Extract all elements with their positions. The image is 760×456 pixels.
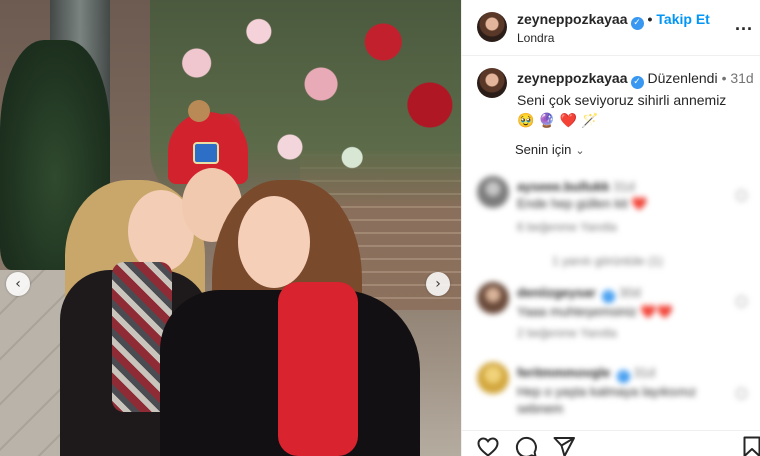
carousel-next-button[interactable]: › bbox=[426, 272, 450, 296]
heart-icon[interactable] bbox=[736, 296, 747, 307]
comment-time: 30d bbox=[619, 285, 641, 300]
more-options-button[interactable]: ... bbox=[735, 14, 753, 35]
bookmark-icon[interactable] bbox=[740, 435, 760, 456]
header-username-row: zeyneppozkayaa ✓ • Takip Et bbox=[517, 11, 710, 30]
post-photo[interactable]: ‹ › bbox=[0, 0, 461, 456]
comment-meta[interactable]: 6 beğenme Yanıtla bbox=[517, 220, 617, 234]
verified-badge-icon: ✓ bbox=[616, 370, 630, 383]
comment-username[interactable]: ayseee.bullukk bbox=[517, 179, 610, 194]
comment-username[interactable]: feritmmmovgle bbox=[517, 365, 610, 380]
heart-icon[interactable] bbox=[736, 388, 747, 399]
person-middle-hat-patch bbox=[193, 142, 219, 164]
comment-text: Hep o yaşta kalmaya layıksınız sebnem bbox=[517, 384, 697, 416]
commenter-avatar[interactable] bbox=[477, 176, 509, 208]
comment-time: 31d bbox=[633, 365, 656, 380]
verified-badge-icon: ✓ bbox=[602, 290, 616, 303]
avatar[interactable] bbox=[477, 12, 507, 42]
heart-icon[interactable] bbox=[736, 190, 747, 201]
verified-badge-icon: ✓ bbox=[630, 76, 644, 89]
commenter-avatar[interactable] bbox=[477, 362, 509, 394]
carousel-prev-button[interactable]: ‹ bbox=[6, 272, 30, 296]
comment-username[interactable]: deniizgeysar bbox=[517, 285, 596, 300]
location-link[interactable]: Londra bbox=[517, 31, 554, 45]
comment-meta[interactable]: 2 beğenme Yanıtla bbox=[517, 326, 617, 340]
comment-text: Ende hep güllen kit ❤️ bbox=[517, 196, 648, 211]
caption-header: zeyneppozkayaa ✓ Düzenlendi • 31d bbox=[517, 70, 754, 89]
caption-avatar[interactable] bbox=[477, 68, 507, 98]
comment-time: 31d bbox=[613, 179, 635, 194]
verified-badge-icon: ✓ bbox=[630, 17, 644, 30]
caption-username[interactable]: zeyneppozkayaa bbox=[517, 70, 628, 86]
post-time: • 31d bbox=[721, 70, 754, 86]
caption-text: Seni çok seviyoruz sihirli annemiz 🥹 🔮 ❤… bbox=[517, 92, 727, 128]
comment-bubble-icon[interactable] bbox=[514, 435, 538, 456]
comment-text-block: feritmmmovgle ✓ 31d Hep o yaşta kalmaya … bbox=[517, 364, 727, 417]
follow-button[interactable]: Takip Et bbox=[656, 11, 709, 27]
person-middle-hat-pom bbox=[188, 100, 210, 122]
post-side-panel: zeyneppozkayaa ✓ • Takip Et Londra ... zeyn… bbox=[461, 0, 760, 456]
heart-icon[interactable] bbox=[476, 435, 500, 456]
post-actions-bar bbox=[462, 430, 760, 456]
edited-label: Düzenlendi bbox=[647, 70, 718, 86]
username-link[interactable]: zeyneppozkayaa bbox=[517, 11, 628, 27]
comment-text-block: deniizgeysar ✓ 30d Yaaa muhteşemsiniz ❤️… bbox=[517, 284, 727, 320]
post-time-value: 31d bbox=[730, 70, 754, 86]
person-right-scarf bbox=[278, 282, 358, 456]
separator-dot: • bbox=[647, 11, 653, 27]
post-header: zeyneppozkayaa ✓ • Takip Et Londra ... bbox=[462, 0, 760, 56]
paper-plane-icon[interactable] bbox=[552, 435, 576, 456]
translate-toggle[interactable]: Senin için ⌄ bbox=[515, 142, 585, 157]
comment-text: Yaaa muhteşemsiniz ❤️❤️ bbox=[517, 304, 673, 319]
chevron-down-icon: ⌄ bbox=[575, 144, 585, 157]
comment-text-block: ayseee.bullukk 31d Ende hep güllen kit ❤… bbox=[517, 178, 727, 212]
commenter-avatar[interactable] bbox=[477, 282, 509, 314]
person-right-face bbox=[238, 196, 310, 288]
translate-label: Senin için bbox=[515, 142, 572, 157]
view-replies-link[interactable]: 1 yanıtı görüntüle (1) bbox=[552, 254, 663, 268]
